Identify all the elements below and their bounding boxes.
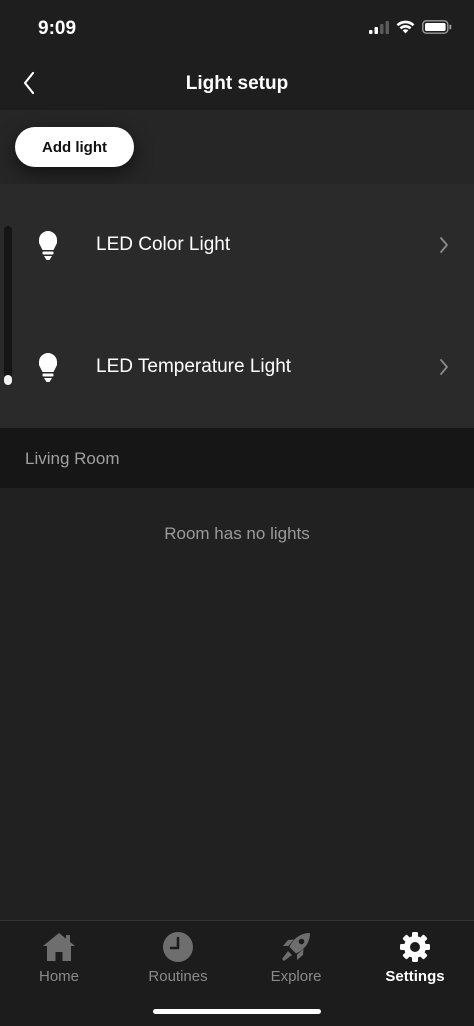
brightness-slider-fill [4,375,12,385]
status-icons [369,20,452,34]
light-setup-screen: 9:09 Light setup Add light LED Color Lig… [0,0,474,1026]
battery-icon [422,20,452,34]
chevron-right-icon [440,237,448,253]
status-bar: 9:09 [0,0,474,56]
tab-label: Explore [270,968,322,985]
chevron-right-icon [440,359,448,375]
rocket-icon [282,933,310,961]
add-light-area: Add light [0,110,474,184]
home-icon [43,933,75,961]
gear-icon [400,932,430,962]
navigation-bar: Light setup [0,56,474,110]
add-light-button[interactable]: Add light [15,127,134,167]
tab-label: Routines [148,968,208,985]
light-label: LED Temperature Light [96,356,292,377]
tab-routines[interactable]: Routines [119,927,237,991]
bulb-icon [39,231,57,260]
light-row-led-color-light[interactable]: LED Color Light [0,184,474,306]
tab-settings[interactable]: Settings [356,927,474,991]
tab-label: Home [38,968,79,985]
home-indicator[interactable] [153,1009,321,1014]
brightness-slider[interactable] [4,226,12,385]
empty-room-message: Room has no lights [164,524,310,543]
status-time: 9:09 [38,18,77,39]
tab-label: Settings [385,968,445,985]
tab-explore[interactable]: Explore [237,927,355,991]
wifi-icon [396,20,415,34]
light-row-led-temperature-light[interactable]: LED Temperature Light [0,306,474,428]
clock-icon [163,932,193,962]
page-title: Light setup [185,73,289,94]
cellular-signal-icon [369,20,389,34]
room-name: Living Room [25,449,120,468]
tab-home[interactable]: Home [0,927,118,991]
room-header: Living Room [0,428,474,488]
bulb-icon [39,353,57,382]
light-label: LED Color Light [96,234,231,255]
